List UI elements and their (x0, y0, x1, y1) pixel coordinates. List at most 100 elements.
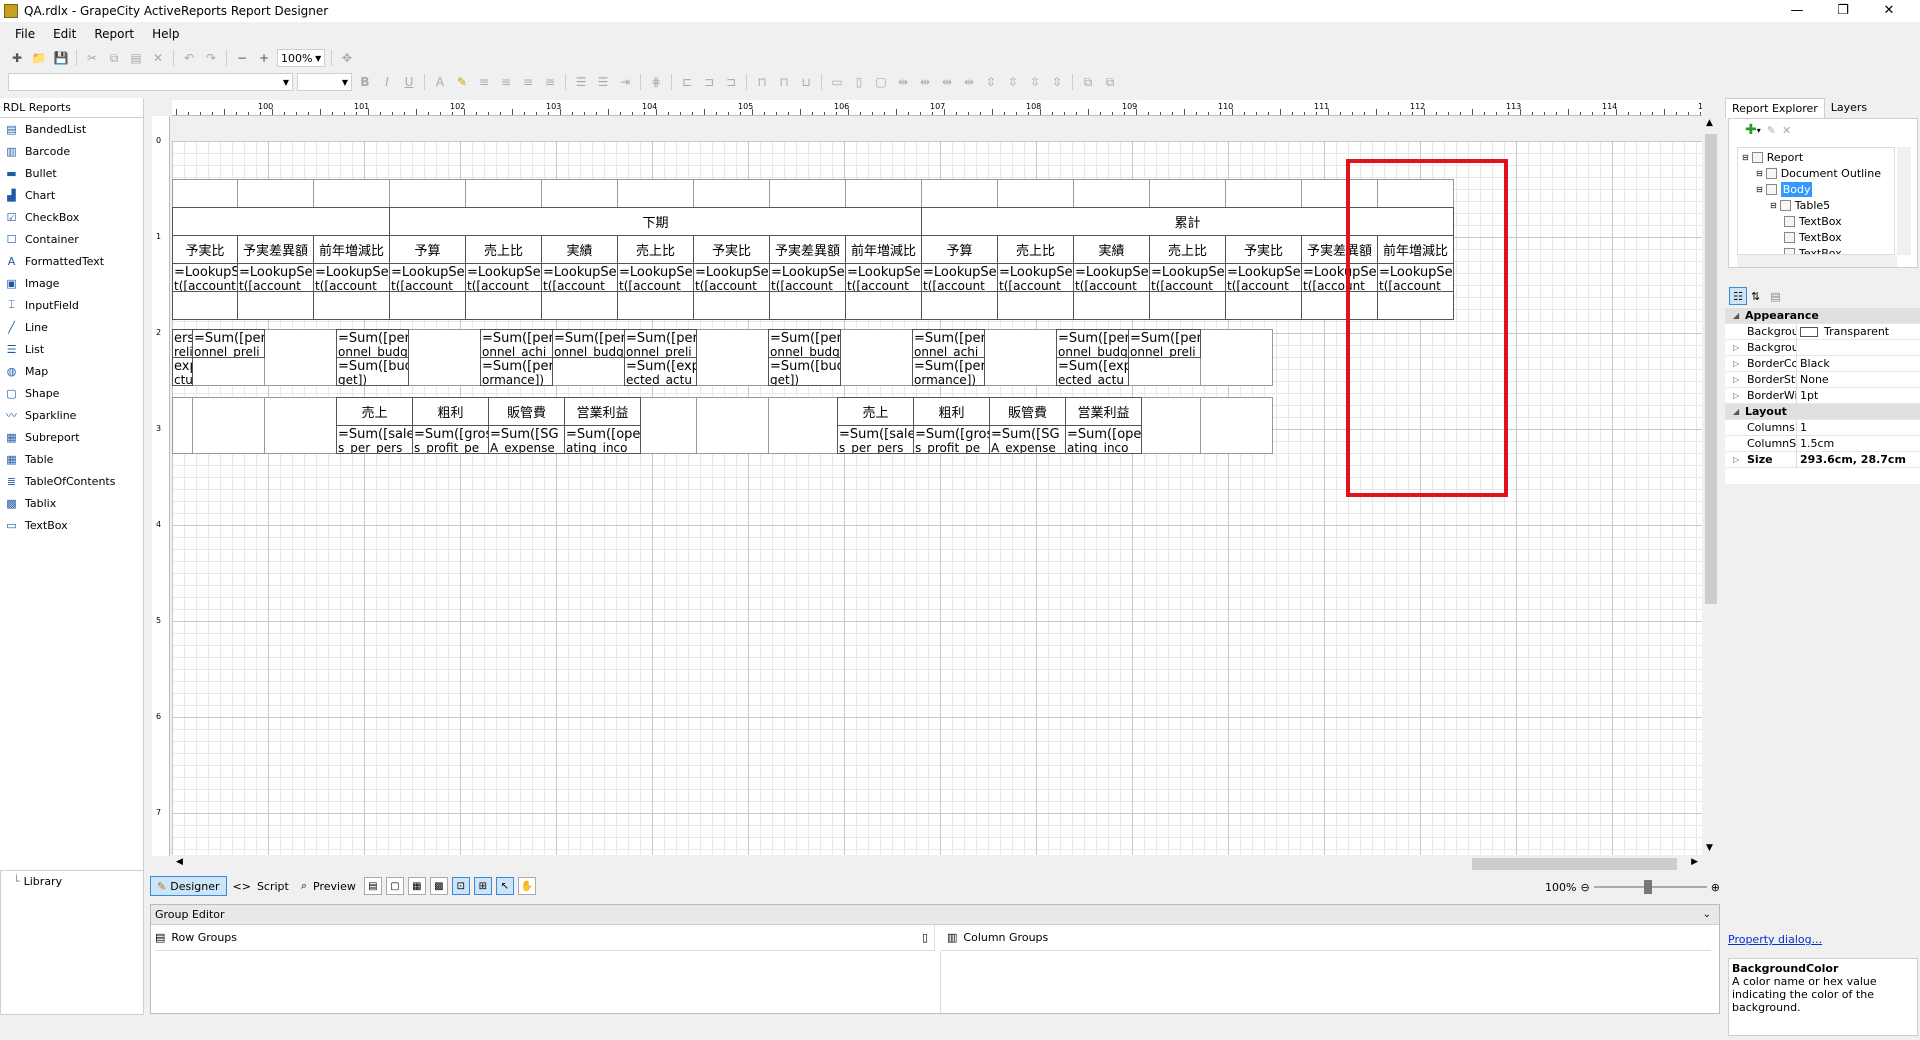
table-cell-blank[interactable] (237, 179, 314, 208)
vspace-decrease-icon[interactable]: ⇳ (1026, 73, 1044, 91)
column-header[interactable]: 予実比 (1225, 235, 1302, 264)
toolbox-item-subreport[interactable]: ▦ Subreport (0, 426, 143, 448)
property-category[interactable]: ◢ Appearance (1725, 308, 1920, 324)
column-header[interactable]: 実績 (541, 235, 618, 264)
table-cell-blank[interactable] (1225, 179, 1302, 208)
expand-icon[interactable]: ▷ (1733, 375, 1739, 384)
expand-icon[interactable]: ▷ (1733, 391, 1739, 400)
toggle-pane-icon[interactable]: ▯ (922, 931, 928, 944)
lookup-cell[interactable]: =LookupSet([account (237, 263, 314, 292)
property-pages-icon[interactable]: ▤ (1770, 290, 1780, 303)
column-header[interactable]: 売上比 (465, 235, 542, 264)
expand-icon[interactable]: ▷ (1733, 359, 1739, 368)
sum-cell[interactable]: =Sum([pers onnel_preli (624, 329, 697, 358)
tree-node-body[interactable]: ⊟ Body (1756, 182, 1813, 197)
menu-help[interactable]: Help (143, 27, 188, 41)
summary-value[interactable]: =Sum([gros s_profit_pe (913, 425, 990, 454)
summary-value[interactable]: =Sum([SG A_expense (488, 425, 565, 454)
collapse-icon[interactable]: ◢ (1733, 311, 1739, 320)
snap-lines-icon[interactable]: ▩ (429, 877, 448, 895)
sum-cell[interactable]: =Sum([exp ected_actu (624, 357, 697, 386)
summary-header[interactable]: 営業利益 (564, 397, 641, 426)
table-cell-blank[interactable] (172, 291, 238, 320)
property-value-cell[interactable]: Transparent (1797, 325, 1889, 338)
send-to-back-icon[interactable]: ⧉ (1101, 73, 1119, 91)
lookup-cell[interactable]: =LookupSet([account (313, 263, 390, 292)
table-cell-blank[interactable] (1073, 179, 1150, 208)
table-cell-blank[interactable] (769, 179, 846, 208)
align-left-icon[interactable]: ≡ (475, 73, 493, 91)
summary-value[interactable]: =Sum([sale s_per_pers (837, 425, 914, 454)
align-middles-icon[interactable]: ⊓ (775, 73, 793, 91)
tree-node-report[interactable]: ⊟ Report (1742, 150, 1803, 165)
paste-icon[interactable]: ▤ (127, 49, 145, 67)
collapse-icon[interactable]: ⊟ (1742, 150, 1749, 165)
style-combo[interactable]: ▼ (8, 73, 293, 91)
toolbox-item-barcode[interactable]: ▥ Barcode (0, 140, 143, 162)
bold-icon[interactable]: B (356, 73, 374, 91)
scroll-right-icon[interactable]: ▶ (1691, 857, 1698, 867)
zoom-in-icon[interactable]: + (255, 49, 273, 67)
collapse-icon[interactable]: ⊟ (1756, 182, 1763, 197)
toolbox-item-formattedtext[interactable]: A FormattedText (0, 250, 143, 272)
table-cell-blank[interactable] (1200, 397, 1273, 454)
lookup-cell[interactable]: =LookupSet([account (769, 263, 846, 292)
underline-icon[interactable]: U (400, 73, 418, 91)
table-cell-blank[interactable] (840, 329, 913, 386)
sum-cell[interactable]: =Sum([pers onnel_budg (336, 329, 409, 358)
table-cell-blank[interactable] (1073, 291, 1150, 320)
chevron-down-icon[interactable]: ⌄ (1703, 905, 1711, 925)
indent-icon[interactable]: ⇥ (616, 73, 634, 91)
menu-file[interactable]: File (6, 27, 44, 41)
summary-header[interactable]: 売上 (837, 397, 914, 426)
tab-report-explorer[interactable]: Report Explorer (1725, 98, 1825, 118)
sum-cell[interactable]: =Sum([bud get]) (336, 357, 409, 386)
table-cell-blank[interactable] (617, 179, 694, 208)
summary-value[interactable]: =Sum([SG A_expense (989, 425, 1066, 454)
toolbox-item-bandedlist[interactable]: ▤ BandedList (0, 118, 143, 140)
highlight-icon[interactable]: ✎ (453, 73, 471, 91)
property-row[interactable]: ▷BackgroundI (1725, 339, 1920, 356)
align-center-icon[interactable]: ≡ (497, 73, 515, 91)
column-header[interactable]: 予実差異額 (769, 235, 846, 264)
table-cell-blank[interactable] (1149, 291, 1226, 320)
property-row[interactable]: BackgroundC Transparent (1725, 323, 1920, 340)
vspace-equal-icon[interactable]: ⇳ (982, 73, 1000, 91)
save-icon[interactable]: 💾 (52, 49, 70, 67)
scroll-left-icon[interactable]: ◀ (176, 857, 183, 867)
column-header[interactable]: 予算 (389, 235, 466, 264)
table-cell-blank[interactable] (237, 291, 314, 320)
toolbox-item-tableofcontents[interactable]: ≣ TableOfContents (0, 470, 143, 492)
collapse-icon[interactable]: ⊟ (1770, 198, 1777, 213)
toolbox-item-sparkline[interactable]: 〰 Sparkline (0, 404, 143, 426)
property-value-cell[interactable]: None (1797, 373, 1829, 386)
font-color-icon[interactable]: A (431, 73, 449, 91)
snap-to-guides-icon[interactable]: ⊞ (473, 877, 492, 895)
toolbox-item-bullet[interactable]: ▬ Bullet (0, 162, 143, 184)
table-cell-blank[interactable] (192, 397, 265, 454)
table-cell-blank[interactable] (617, 291, 694, 320)
group-header-second-half[interactable]: 下期 (389, 207, 922, 236)
delete-icon[interactable]: ✕ (149, 49, 167, 67)
add-icon[interactable]: ✚ (1745, 122, 1757, 138)
vertical-scrollbar[interactable]: ▲ ▼ (1702, 116, 1720, 855)
zoom-out-circle-icon[interactable]: ⊖ (1580, 881, 1589, 894)
horizontal-scroll-thumb[interactable] (1472, 858, 1677, 870)
vertical-scroll-thumb[interactable] (1705, 134, 1717, 604)
summary-header[interactable]: 売上 (336, 397, 413, 426)
table-cell-blank[interactable] (845, 179, 922, 208)
sum-cell[interactable]: =Sum([pers onnel_budg (1056, 329, 1129, 358)
sum-cell[interactable]: expctu (172, 357, 193, 386)
same-width-icon[interactable]: ▭ (828, 73, 846, 91)
chevron-down-icon[interactable]: ▾ (1757, 126, 1761, 135)
zoom-out-icon[interactable]: − (233, 49, 251, 67)
select-pointer-icon[interactable]: ↖ (495, 877, 514, 895)
property-row[interactable]: ▷BorderStyleNone (1725, 371, 1920, 388)
expand-icon[interactable]: ▷ (1733, 455, 1739, 464)
lookup-cell[interactable]: =LookupSet([account (1073, 263, 1150, 292)
horizontal-scrollbar[interactable]: ◀ ▶ (172, 855, 1702, 873)
property-value-cell[interactable]: 1pt (1797, 389, 1818, 402)
toolbox-item-list[interactable]: ☰ List (0, 338, 143, 360)
table-cell-blank[interactable] (921, 179, 998, 208)
collapse-icon[interactable]: ⊟ (1756, 166, 1763, 181)
